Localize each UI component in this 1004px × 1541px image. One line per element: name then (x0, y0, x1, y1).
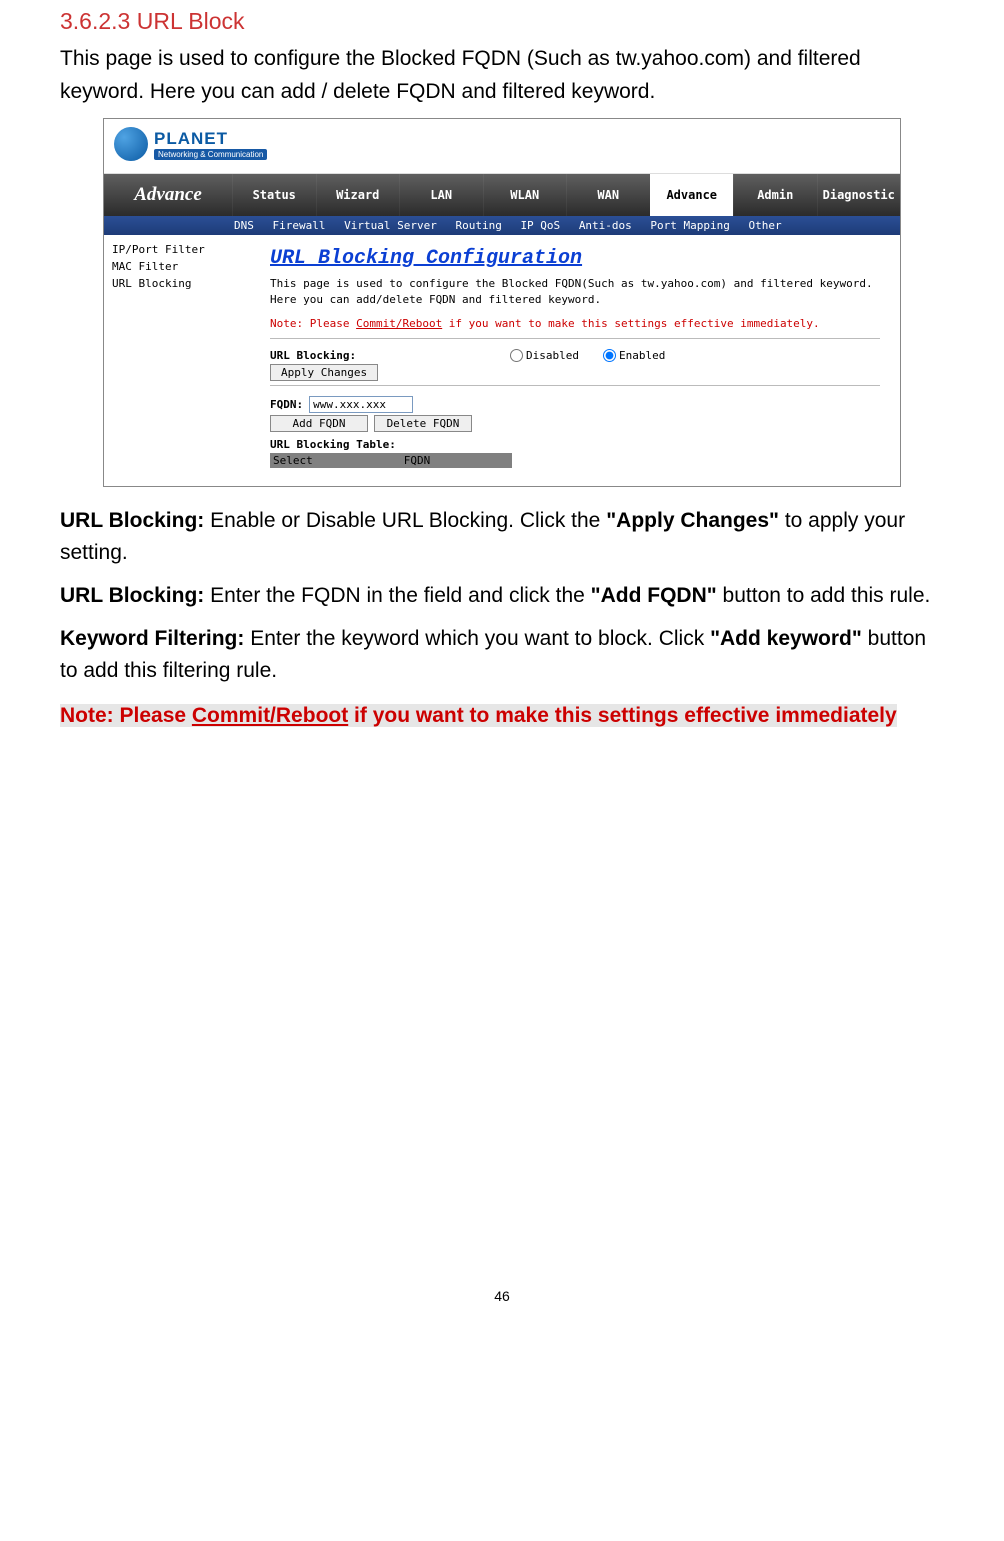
doc-note-prefix: Note: Please (60, 704, 192, 727)
url-blocking-label: URL Blocking: (270, 349, 430, 362)
section-heading: 3.6.2.3 URL Block (60, 8, 944, 35)
doc-note-link: Commit/Reboot (192, 704, 348, 727)
p2-bold: "Add FQDN" (591, 584, 717, 607)
commit-note: Note: Please Commit/Reboot if you want t… (270, 312, 880, 332)
p3-label: Keyword Filtering: (60, 627, 250, 650)
table-title: URL Blocking Table: (270, 438, 880, 451)
nav-wizard[interactable]: Wizard (316, 174, 400, 216)
paragraph-keyword-filtering: Keyword Filtering: Enter the keyword whi… (60, 623, 944, 688)
p2-label: URL Blocking: (60, 584, 210, 607)
note-suffix: if you want to make this settings effect… (442, 317, 820, 330)
nav-admin[interactable]: Admin (733, 174, 817, 216)
globe-icon (114, 127, 148, 161)
nav-diagnostic[interactable]: Diagnostic (817, 174, 901, 216)
fqdn-input[interactable] (309, 396, 413, 413)
main-panel: URL Blocking Configuration This page is … (250, 235, 900, 486)
delete-fqdn-button[interactable]: Delete FQDN (374, 415, 472, 432)
brand-text: PLANET (154, 129, 267, 149)
doc-note: Note: Please Commit/Reboot if you want t… (60, 704, 944, 728)
brand-logo: PLANET Networking & Communication (114, 127, 267, 161)
sub-nav: DNS Firewall Virtual Server Routing IP Q… (104, 216, 900, 235)
sidebar: IP/Port Filter MAC Filter URL Blocking (104, 235, 250, 486)
page-title: URL Blocking Configuration (270, 247, 880, 270)
fqdn-label: FQDN: (270, 398, 303, 411)
header-bar: PLANET Networking & Communication (104, 119, 900, 174)
commit-reboot-link[interactable]: Commit/Reboot (356, 317, 442, 330)
nav-lan[interactable]: LAN (399, 174, 483, 216)
add-fqdn-button[interactable]: Add FQDN (270, 415, 368, 432)
page-description: This page is used to configure the Block… (270, 276, 880, 308)
subnav-routing[interactable]: Routing (455, 219, 501, 232)
p2-text: Enter the FQDN in the field and click th… (210, 584, 591, 607)
p2-tail: button to add this rule. (717, 584, 931, 607)
col-fqdn: FQDN (322, 453, 512, 468)
radio-disabled-label: Disabled (526, 349, 579, 362)
nav-brand: Advance (104, 174, 232, 216)
p3-text: Enter the keyword which you want to bloc… (250, 627, 710, 650)
paragraph-url-blocking-2: URL Blocking: Enter the FQDN in the fiel… (60, 580, 944, 613)
p1-bold: "Apply Changes" (606, 509, 779, 532)
subnav-ip-qos[interactable]: IP QoS (520, 219, 560, 232)
brand-subtext: Networking & Communication (154, 149, 267, 160)
radio-enabled-label: Enabled (619, 349, 665, 362)
apply-changes-button[interactable]: Apply Changes (270, 364, 378, 381)
intro-text: This page is used to configure the Block… (60, 43, 944, 108)
nav-wlan[interactable]: WLAN (483, 174, 567, 216)
page-number: 46 (0, 1288, 1004, 1324)
separator-2 (270, 385, 880, 386)
doc-note-suffix: if you want to make this settings effect… (348, 704, 896, 727)
sidebar-url-blocking[interactable]: URL Blocking (112, 275, 242, 292)
separator (270, 338, 880, 339)
p1-label: URL Blocking: (60, 509, 210, 532)
radio-disabled[interactable]: Disabled (510, 349, 579, 362)
p3-bold: "Add keyword" (710, 627, 862, 650)
main-nav: Advance Status Wizard LAN WLAN WAN Advan… (104, 174, 900, 216)
paragraph-url-blocking-1: URL Blocking: Enable or Disable URL Bloc… (60, 505, 944, 570)
subnav-port-mapping[interactable]: Port Mapping (650, 219, 729, 232)
nav-status[interactable]: Status (232, 174, 316, 216)
subnav-virtual-server[interactable]: Virtual Server (344, 219, 437, 232)
p1-text: Enable or Disable URL Blocking. Click th… (210, 509, 606, 532)
router-screenshot: PLANET Networking & Communication Advanc… (103, 118, 901, 487)
sidebar-ip-port-filter[interactable]: IP/Port Filter (112, 241, 242, 258)
table-header: Select FQDN (270, 453, 880, 468)
nav-advance[interactable]: Advance (650, 174, 734, 216)
nav-wan[interactable]: WAN (566, 174, 650, 216)
radio-enabled[interactable]: Enabled (603, 349, 665, 362)
subnav-firewall[interactable]: Firewall (273, 219, 326, 232)
note-prefix: Note: Please (270, 317, 356, 330)
radio-disabled-input[interactable] (510, 349, 523, 362)
subnav-other[interactable]: Other (749, 219, 782, 232)
radio-enabled-input[interactable] (603, 349, 616, 362)
subnav-dns[interactable]: DNS (234, 219, 254, 232)
col-select: Select (270, 453, 322, 468)
sidebar-mac-filter[interactable]: MAC Filter (112, 258, 242, 275)
subnav-anti-dos[interactable]: Anti-dos (579, 219, 632, 232)
